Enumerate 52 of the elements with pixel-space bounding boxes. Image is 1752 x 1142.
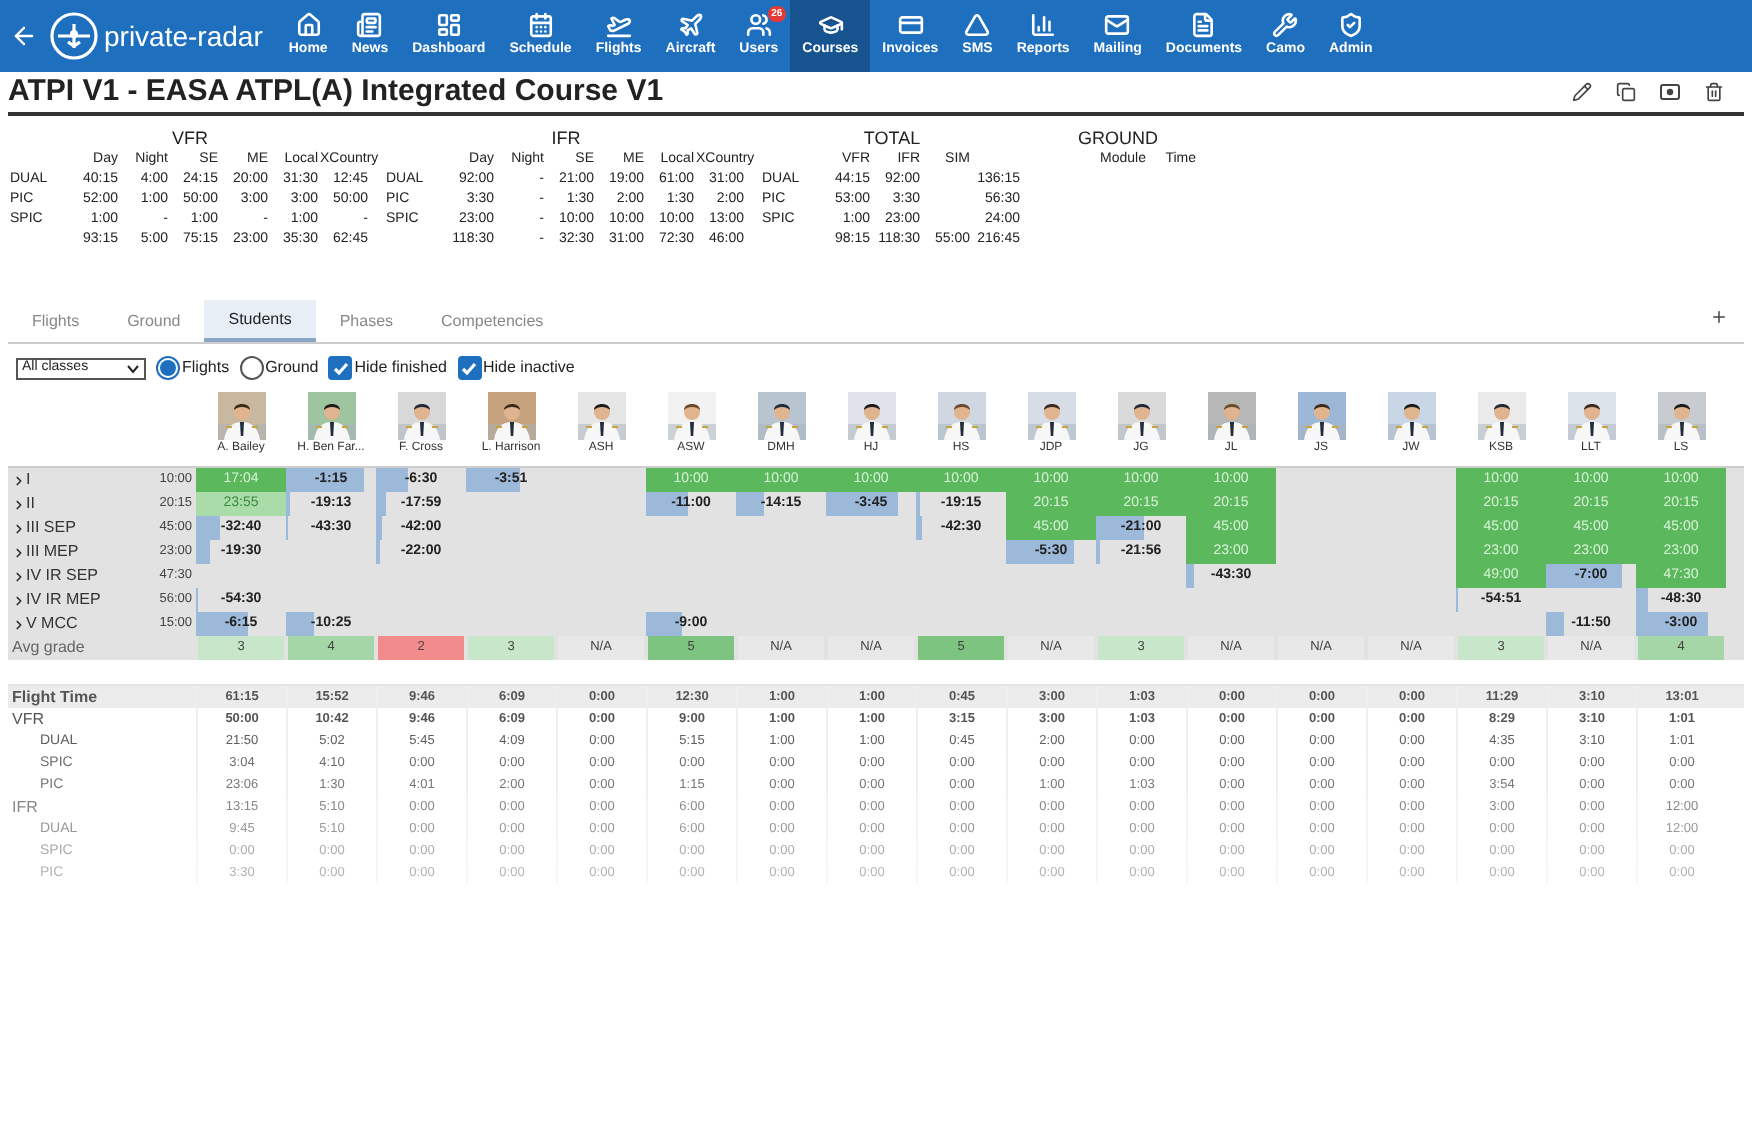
brand-name: private-radar [104, 17, 263, 56]
phase-label: II [26, 492, 35, 516]
back-icon[interactable] [10, 22, 38, 50]
tab[interactable]: Flights [8, 300, 104, 342]
summary-title: GROUND [1078, 128, 1158, 150]
radio-label: Ground [265, 356, 319, 380]
checkbox-label: Hide inactive [483, 356, 575, 380]
checkbox[interactable] [328, 356, 353, 380]
phase-label: IV IR SEP [26, 564, 99, 588]
hours-label: VFR [10, 708, 46, 730]
copy-icon[interactable] [1616, 82, 1636, 102]
summary-title: VFR [172, 128, 208, 150]
plane-icon [677, 11, 704, 38]
radio-button[interactable] [156, 356, 180, 380]
radio-label: Flights [182, 356, 230, 380]
phase-label: V MCC [26, 612, 78, 636]
phase-label: IV IR MEP [26, 588, 101, 612]
tab[interactable]: Ground [103, 300, 205, 342]
shield-icon [1337, 11, 1364, 38]
checkbox-label: Hide finished [354, 356, 447, 380]
plane-takeoff-icon [605, 11, 632, 38]
document-icon [1190, 11, 1217, 38]
phase-label: III SEP [26, 516, 76, 540]
users-icon [745, 11, 772, 38]
mail-icon [1104, 11, 1131, 38]
graduation-cap-icon [817, 11, 844, 38]
page-title: ATPI V1 - EASA ATPL(A) Integrated Course V1 [8, 71, 664, 112]
triangle-icon [964, 11, 991, 38]
newspaper-icon [356, 11, 383, 38]
grade-label: Avg grade [10, 636, 87, 660]
summary-title: TOTAL [863, 128, 921, 150]
tab[interactable]: Phases [315, 300, 418, 342]
dashboard-icon [435, 11, 462, 38]
house-icon [295, 11, 322, 38]
calendar-icon [527, 11, 554, 38]
tab[interactable]: Competencies [417, 300, 568, 342]
radio-button[interactable] [239, 356, 264, 380]
phase-label: I [26, 468, 31, 492]
edit-icon[interactable] [1572, 82, 1592, 102]
hours-label: Flight Time [10, 686, 100, 708]
bar-chart-icon [1030, 11, 1057, 38]
delete-icon[interactable] [1704, 82, 1724, 102]
wrench-icon [1272, 11, 1299, 38]
phase-label: III MEP [26, 540, 79, 564]
checkbox[interactable] [457, 356, 481, 380]
hours-label: IFR [10, 796, 40, 818]
summary-title: IFR [551, 128, 581, 150]
logo-icon [50, 12, 98, 60]
screen-icon[interactable] [1660, 82, 1680, 102]
add-icon[interactable] [1710, 308, 1728, 326]
card-icon [897, 11, 924, 38]
tab[interactable]: Students [204, 300, 316, 342]
